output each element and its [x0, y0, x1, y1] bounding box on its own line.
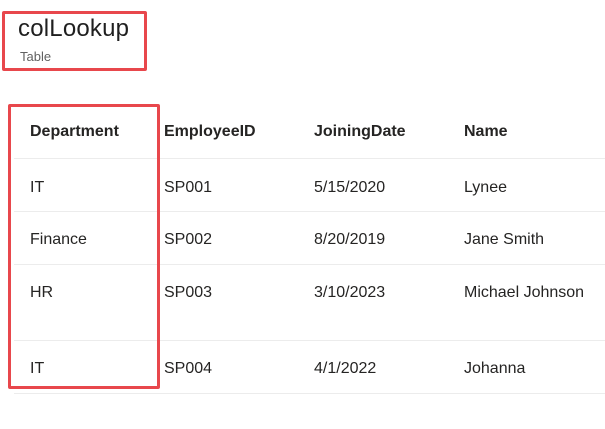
cell-joiningdate: 3/10/2023: [314, 284, 386, 301]
cell-employeeid: SP001: [164, 179, 213, 196]
cell-name: Johanna: [464, 360, 526, 377]
cell-joiningdate: 8/20/2019: [314, 231, 386, 248]
page-subtitle: Table: [20, 49, 52, 64]
cell-name: Jane Smith: [464, 231, 545, 248]
cell-joiningdate: 4/1/2022: [314, 360, 377, 377]
cell-name: Michael Johnson: [464, 284, 585, 301]
cell-joiningdate: 5/15/2020: [314, 179, 386, 196]
page-title: colLookup: [18, 15, 130, 42]
column-header-employeeid[interactable]: EmployeeID: [164, 120, 314, 143]
column-header-name[interactable]: Name: [464, 120, 605, 143]
cell-name: Lynee: [464, 179, 507, 196]
column-header-joiningdate[interactable]: JoiningDate: [314, 120, 464, 143]
department-column-highlight-box: [8, 104, 160, 389]
cell-employeeid: SP002: [164, 231, 213, 248]
cell-employeeid: SP003: [164, 284, 213, 301]
cell-employeeid: SP004: [164, 360, 213, 377]
